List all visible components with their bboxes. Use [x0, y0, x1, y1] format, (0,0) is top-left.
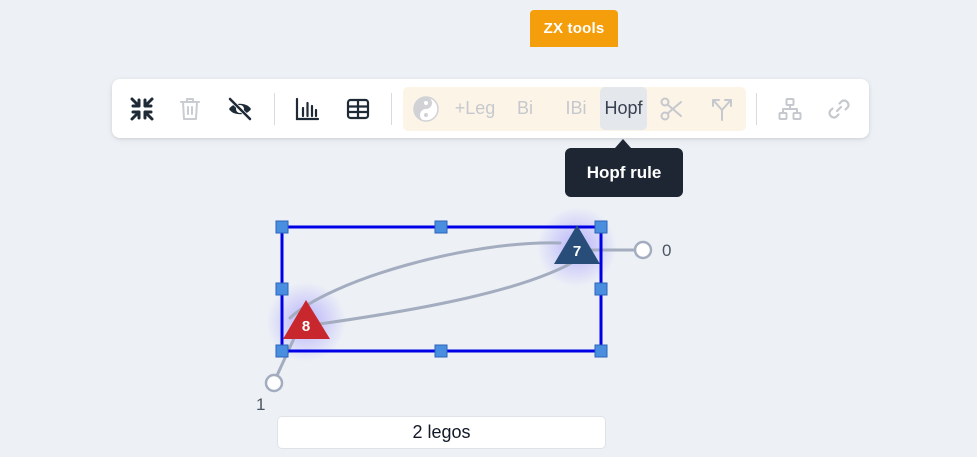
- leg-label-1: 1: [256, 395, 265, 414]
- resize-handle[interactable]: [594, 220, 608, 234]
- resize-handle[interactable]: [434, 344, 448, 358]
- diagram-canvas[interactable]: 0 1 8 7: [0, 0, 977, 457]
- lego-node-8-label: 8: [302, 318, 310, 335]
- leg-endpoint-0[interactable]: [633, 240, 653, 260]
- leg-label-0: 0: [662, 241, 671, 260]
- legos-count-label: 2 legos: [277, 416, 606, 449]
- resize-handle[interactable]: [594, 344, 608, 358]
- resize-handle[interactable]: [594, 282, 608, 296]
- resize-handle[interactable]: [275, 344, 289, 358]
- lego-node-7-label: 7: [573, 243, 581, 260]
- resize-handle[interactable]: [434, 220, 448, 234]
- leg-endpoint-1[interactable]: [264, 373, 284, 393]
- resize-handle[interactable]: [275, 220, 289, 234]
- resize-handle[interactable]: [275, 282, 289, 296]
- edge-8-7-lower: [310, 256, 582, 327]
